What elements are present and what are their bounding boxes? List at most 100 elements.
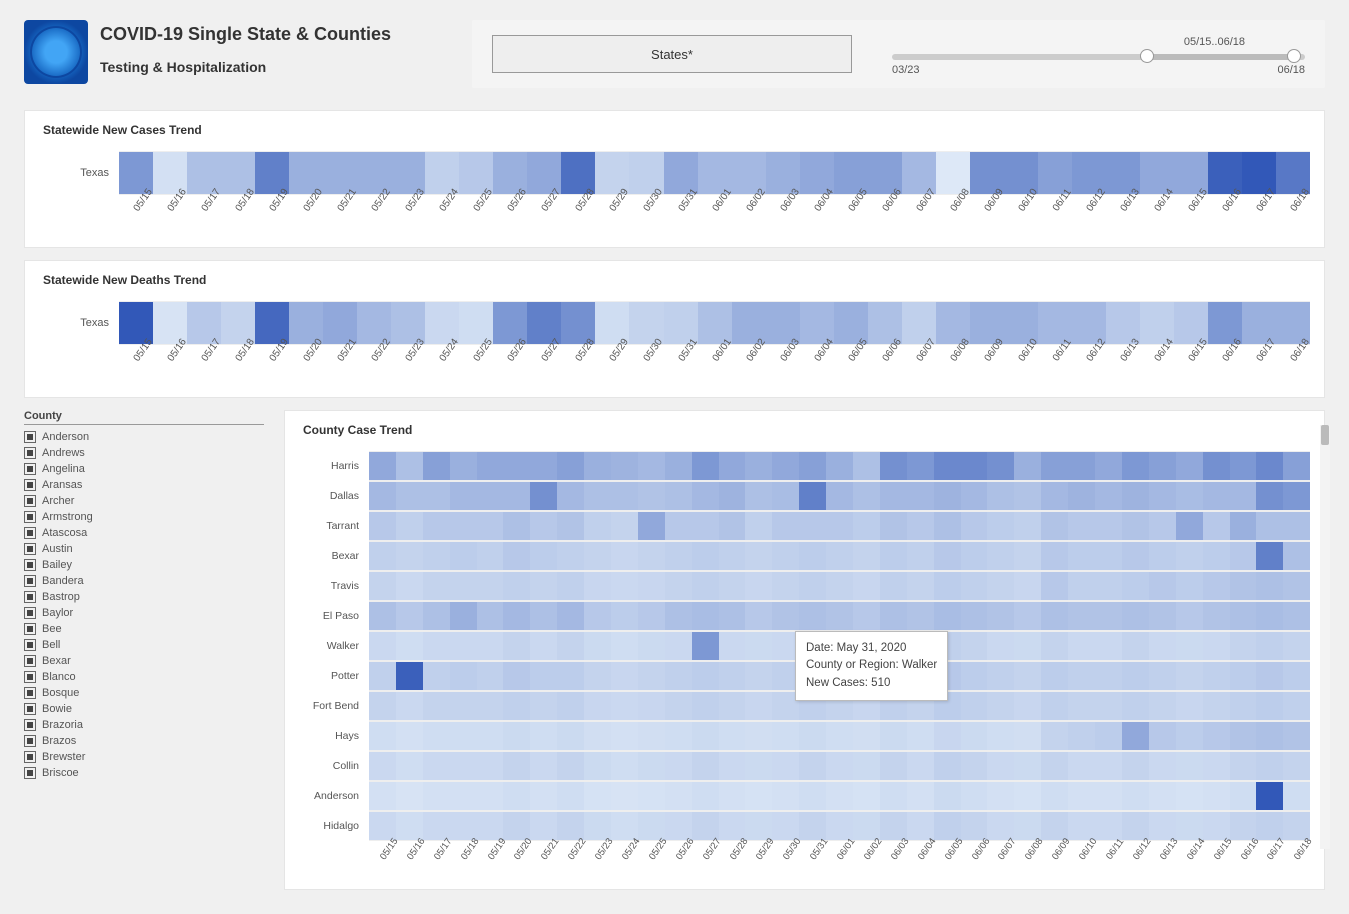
cell[interactable]: [987, 722, 1014, 750]
date-slider[interactable]: 05/15..06/18 03/23 06/18: [892, 34, 1305, 74]
cell[interactable]: [1014, 782, 1041, 810]
cell[interactable]: [557, 512, 584, 540]
cell[interactable]: [557, 482, 584, 510]
cell[interactable]: [1230, 692, 1257, 720]
cell[interactable]: [584, 572, 611, 600]
cell[interactable]: [1041, 722, 1068, 750]
cell[interactable]: [1230, 752, 1257, 780]
cell[interactable]: [745, 692, 772, 720]
cell[interactable]: [826, 722, 853, 750]
cell[interactable]: [1149, 512, 1176, 540]
cell[interactable]: [1256, 782, 1283, 810]
cell[interactable]: [907, 782, 934, 810]
cell[interactable]: [745, 542, 772, 570]
cell[interactable]: [1176, 542, 1203, 570]
cell[interactable]: [1203, 662, 1230, 690]
cell[interactable]: [665, 752, 692, 780]
checkbox-icon[interactable]: [24, 575, 36, 587]
cell[interactable]: [1176, 782, 1203, 810]
cell[interactable]: [477, 482, 504, 510]
cell[interactable]: [1230, 602, 1257, 630]
cell[interactable]: [1203, 482, 1230, 510]
cell[interactable]: [557, 692, 584, 720]
cell[interactable]: [880, 722, 907, 750]
cell[interactable]: [584, 722, 611, 750]
checkbox-icon[interactable]: [24, 703, 36, 715]
checkbox-icon[interactable]: [24, 495, 36, 507]
cell[interactable]: [396, 782, 423, 810]
cell[interactable]: [1149, 572, 1176, 600]
cell[interactable]: [530, 542, 557, 570]
cell[interactable]: [1041, 662, 1068, 690]
cell[interactable]: [665, 452, 692, 480]
cell[interactable]: [1283, 572, 1310, 600]
cell[interactable]: [530, 692, 557, 720]
cell[interactable]: [826, 752, 853, 780]
cell[interactable]: [665, 632, 692, 660]
cell[interactable]: [745, 482, 772, 510]
county-item[interactable]: Bowie: [24, 701, 264, 717]
checkbox-icon[interactable]: [24, 687, 36, 699]
cell[interactable]: [450, 632, 477, 660]
cell[interactable]: [1068, 722, 1095, 750]
cell[interactable]: [1068, 602, 1095, 630]
cell[interactable]: [987, 452, 1014, 480]
cell[interactable]: [745, 782, 772, 810]
cell[interactable]: [423, 602, 450, 630]
cell[interactable]: [477, 632, 504, 660]
cell[interactable]: [907, 722, 934, 750]
cell[interactable]: [799, 782, 826, 810]
cell[interactable]: [1122, 662, 1149, 690]
cell[interactable]: [1014, 662, 1041, 690]
checkbox-icon[interactable]: [24, 559, 36, 571]
cell[interactable]: [450, 692, 477, 720]
cell[interactable]: [450, 452, 477, 480]
cell[interactable]: [880, 782, 907, 810]
cell[interactable]: [987, 512, 1014, 540]
cell[interactable]: [907, 452, 934, 480]
cell[interactable]: [692, 512, 719, 540]
cell[interactable]: [1068, 512, 1095, 540]
cell[interactable]: [719, 722, 746, 750]
cell[interactable]: [961, 722, 988, 750]
cell[interactable]: [826, 572, 853, 600]
checkbox-icon[interactable]: [24, 735, 36, 747]
cell[interactable]: [450, 542, 477, 570]
cell[interactable]: [1283, 512, 1310, 540]
cell[interactable]: [880, 542, 907, 570]
cell[interactable]: [477, 542, 504, 570]
cell[interactable]: [907, 512, 934, 540]
cell[interactable]: [880, 512, 907, 540]
cell[interactable]: [450, 602, 477, 630]
cell[interactable]: [719, 542, 746, 570]
cell[interactable]: [450, 512, 477, 540]
cell[interactable]: [1283, 482, 1310, 510]
cell[interactable]: [584, 602, 611, 630]
cell[interactable]: [638, 512, 665, 540]
cell[interactable]: [1256, 632, 1283, 660]
cell[interactable]: [665, 782, 692, 810]
cell[interactable]: [1122, 542, 1149, 570]
cell[interactable]: [1149, 632, 1176, 660]
states-button[interactable]: States*: [492, 35, 852, 73]
cell[interactable]: [961, 782, 988, 810]
cell[interactable]: [745, 602, 772, 630]
cell[interactable]: [1176, 632, 1203, 660]
cell[interactable]: [826, 512, 853, 540]
cell[interactable]: [692, 542, 719, 570]
cell[interactable]: [1149, 602, 1176, 630]
cell[interactable]: [1014, 722, 1041, 750]
cell[interactable]: [477, 692, 504, 720]
cell[interactable]: [692, 752, 719, 780]
cell[interactable]: [1256, 482, 1283, 510]
cell[interactable]: [423, 752, 450, 780]
cell[interactable]: [907, 752, 934, 780]
cell[interactable]: [907, 572, 934, 600]
cell[interactable]: [1122, 572, 1149, 600]
checkbox-icon[interactable]: [24, 767, 36, 779]
cell[interactable]: [1283, 602, 1310, 630]
cell[interactable]: [396, 752, 423, 780]
checkbox-icon[interactable]: [24, 591, 36, 603]
cell[interactable]: [853, 482, 880, 510]
county-item[interactable]: Brazos: [24, 733, 264, 749]
